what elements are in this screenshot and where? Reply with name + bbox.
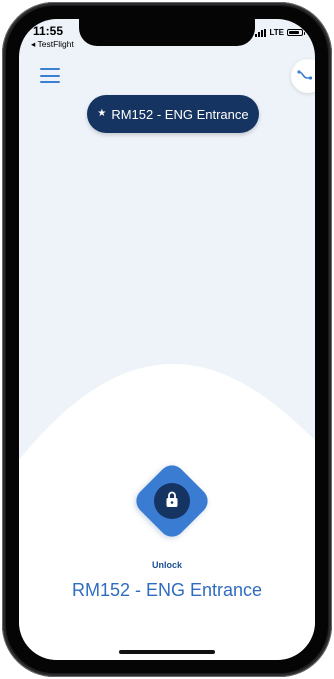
route-icon — [297, 70, 313, 80]
door-name: RM152 - ENG Entrance — [71, 580, 263, 600]
battery-icon — [287, 29, 305, 36]
app-screen: 11:55 ◂ TestFlight LTE ★ RM152 - ENG Ent… — [19, 19, 315, 660]
status-indicators: LTE — [255, 28, 305, 37]
lock-icon — [166, 491, 178, 507]
unlock-label: Unlock — [151, 560, 182, 570]
home-indicator[interactable] — [119, 650, 215, 654]
hamburger-menu-icon[interactable] — [40, 68, 60, 83]
signal-icon — [255, 28, 267, 37]
network-type: LTE — [269, 28, 284, 37]
unlock-button[interactable] — [130, 459, 214, 543]
back-to-app-link[interactable]: ◂ TestFlight — [31, 39, 74, 50]
status-time: 11:55 — [33, 24, 64, 38]
selected-door-button[interactable]: ★ RM152 - ENG Entrance — [87, 95, 259, 133]
device-notch — [79, 19, 255, 46]
star-icon: ★ — [97, 108, 107, 119]
selected-door-label: RM152 - ENG Entrance — [111, 106, 249, 122]
device-frame: 11:55 ◂ TestFlight LTE ★ RM152 - ENG Ent… — [0, 0, 334, 679]
